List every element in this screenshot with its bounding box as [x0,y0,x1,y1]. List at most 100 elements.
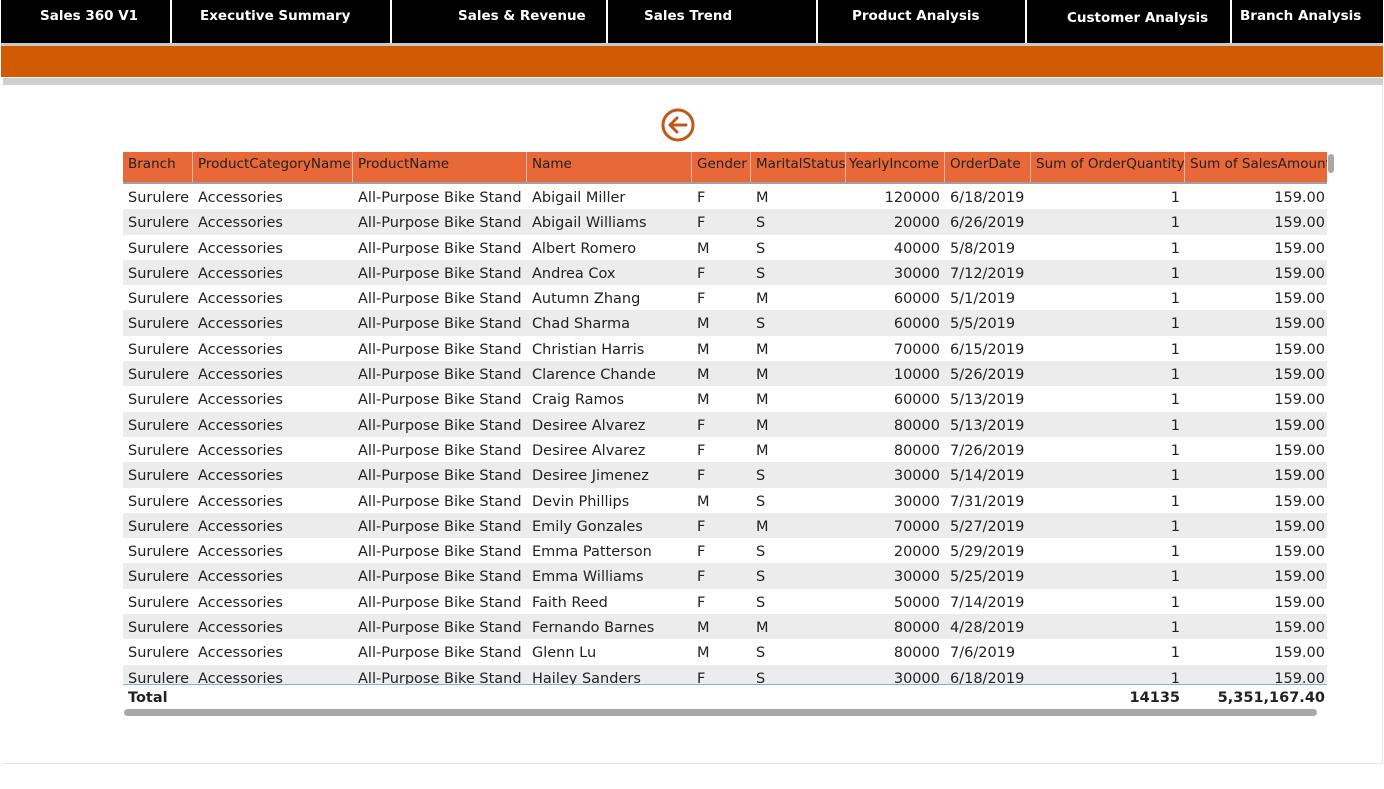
cell-branch: Surulere [128,670,190,685]
total-label: Total [128,690,168,706]
table-row[interactable]: Surulere Accessories All-Purpose Bike Stan… [123,310,1327,336]
cell-branch: Surulere [128,291,190,308]
cell-yearly-income: 20000 [893,544,940,561]
cell-branch: Surulere [128,316,190,333]
cell-product-category: Accessories [198,417,283,434]
cell-yearly-income: 30000 [893,569,940,586]
cell-order-date: 5/13/2019 [950,392,1025,409]
cell-branch: Surulere [128,544,190,561]
nav-executive-summary[interactable]: Executive Summary [200,0,350,43]
table-row[interactable]: Surulere Accessories All-Purpose Bike Stan… [123,184,1327,209]
table-row[interactable]: Surulere Accessories All-Purpose Bike Stan… [123,462,1327,488]
cell-product-name: All-Purpose Bike Stand [358,594,522,611]
cell-marital-status: M [756,518,769,535]
cell-marital-status: S [756,569,766,586]
column-header-marital-status[interactable]: MaritalStatus [751,152,846,182]
cell-yearly-income: 30000 [893,493,940,510]
column-header-customer-name[interactable]: Name [527,152,692,182]
table-body[interactable]: Surulere Accessories All-Purpose Bike Stan… [123,184,1327,685]
cell-product-name: All-Purpose Bike Stand [358,341,522,358]
cell-customer-name: Desiree Alvarez [532,417,646,434]
table-row[interactable]: Surulere Accessories All-Purpose Bike Stan… [123,437,1327,462]
table-row[interactable]: Surulere Accessories All-Purpose Bike Stan… [123,664,1327,685]
cell-branch: Surulere [128,367,190,384]
table-row[interactable]: Surulere Accessories All-Purpose Bike Stan… [123,614,1327,640]
column-header-product-category[interactable]: ProductCategoryName [193,152,353,182]
cell-order-date: 7/26/2019 [950,442,1025,459]
column-header-product-name[interactable]: ProductName [353,152,527,182]
cell-product-name: All-Purpose Bike Stand [358,670,522,685]
cell-order-date: 5/26/2019 [950,367,1025,384]
column-header-sales-amount[interactable]: Sum of SalesAmount [1185,152,1327,182]
table-row[interactable]: Surulere Accessories All-Purpose Bike Stan… [123,538,1327,563]
cell-order-date: 7/6/2019 [950,645,1016,662]
cell-product-category: Accessories [198,620,283,637]
cell-yearly-income: 70000 [893,341,940,358]
table-row[interactable]: Surulere Accessories All-Purpose Bike Stan… [123,386,1327,411]
cell-customer-name: Chad Sharma [532,316,631,333]
column-header-order-quantity[interactable]: Sum of OrderQuantity [1031,152,1185,182]
table-row[interactable]: Surulere Accessories All-Purpose Bike Stan… [123,361,1327,387]
table-row[interactable]: Surulere Accessories All-Purpose Bike Stan… [123,512,1327,539]
cell-customer-name: Emily Gonzales [532,518,643,535]
cell-product-category: Accessories [198,569,283,586]
column-header-order-date[interactable]: OrderDate [945,152,1031,182]
cell-order-date: 5/1/2019 [950,291,1016,308]
cell-product-name: All-Purpose Bike Stand [358,442,522,459]
cell-branch: Surulere [128,215,190,232]
table-row[interactable]: Surulere Accessories All-Purpose Bike Stan… [123,285,1327,310]
cell-customer-name: Hailey Sanders [532,670,641,685]
cell-gender: F [697,468,706,485]
cell-order-date: 5/5/2019 [950,316,1016,333]
nav-sales-revenue[interactable]: Sales & Revenue [458,0,586,43]
cell-yearly-income: 70000 [893,518,940,535]
column-header-branch[interactable]: Branch [123,152,193,182]
cell-order-quantity: 1 [1170,417,1180,434]
cell-branch: Surulere [128,569,190,586]
back-button[interactable] [661,108,695,142]
nav-customer-analysis[interactable]: Customer Analysis [1067,2,1208,45]
table-row[interactable]: Surulere Accessories All-Purpose Bike Stan… [123,336,1327,361]
nav-sales-trend[interactable]: Sales Trend [644,0,732,43]
cell-gender: F [697,291,706,308]
cell-product-category: Accessories [198,392,283,409]
table-row[interactable]: Surulere Accessories All-Purpose Bike Stan… [123,411,1327,437]
cell-yearly-income: 50000 [893,594,940,611]
table-total-row: Total 14135 5,351,167.40 [123,685,1327,709]
cell-gender: M [697,392,710,409]
cell-order-quantity: 1 [1170,291,1180,308]
table-row[interactable]: Surulere Accessories All-Purpose Bike Stan… [123,639,1327,664]
table-row[interactable]: Surulere Accessories All-Purpose Bike Stan… [123,488,1327,513]
vertical-scrollbar[interactable] [1328,154,1334,173]
cell-order-date: 5/14/2019 [950,468,1025,485]
column-header-yearly-income[interactable]: YearlyIncome [846,152,945,182]
cell-order-date: 5/29/2019 [950,544,1025,561]
nav-sales-360-v1[interactable]: Sales 360 V1 [40,0,138,43]
cell-product-name: All-Purpose Bike Stand [358,620,522,637]
cell-yearly-income: 80000 [893,645,940,662]
nav-product-analysis[interactable]: Product Analysis [852,0,980,43]
cell-yearly-income: 30000 [893,670,940,685]
table-row[interactable]: Surulere Accessories All-Purpose Bike Stan… [123,589,1327,614]
cell-marital-status: S [756,316,766,333]
cell-sales-amount: 159.00 [1274,620,1325,637]
cell-order-quantity: 1 [1170,442,1180,459]
cell-gender: M [697,367,710,384]
table-row[interactable]: Surulere Accessories All-Purpose Bike Stan… [123,235,1327,260]
table-row[interactable]: Surulere Accessories All-Purpose Bike Stan… [123,563,1327,589]
cell-gender: M [697,620,710,637]
cell-sales-amount: 159.00 [1274,569,1325,586]
cell-yearly-income: 80000 [893,442,940,459]
cell-order-quantity: 1 [1170,215,1180,232]
column-header-gender[interactable]: Gender [692,152,751,182]
nav-branch-analysis[interactable]: Branch Analysis [1240,0,1361,43]
table-row[interactable]: Surulere Accessories All-Purpose Bike Stan… [123,259,1327,286]
nav-separator [1230,0,1232,43]
cell-sales-amount: 159.00 [1274,190,1325,206]
table-row[interactable]: Surulere Accessories All-Purpose Bike Stan… [123,209,1327,235]
cell-branch: Surulere [128,594,190,611]
cell-gender: M [697,316,710,333]
horizontal-scrollbar[interactable] [124,709,1317,716]
table-header: Branch ProductCategoryName ProductName Name… [123,152,1327,184]
cell-product-category: Accessories [198,341,283,358]
